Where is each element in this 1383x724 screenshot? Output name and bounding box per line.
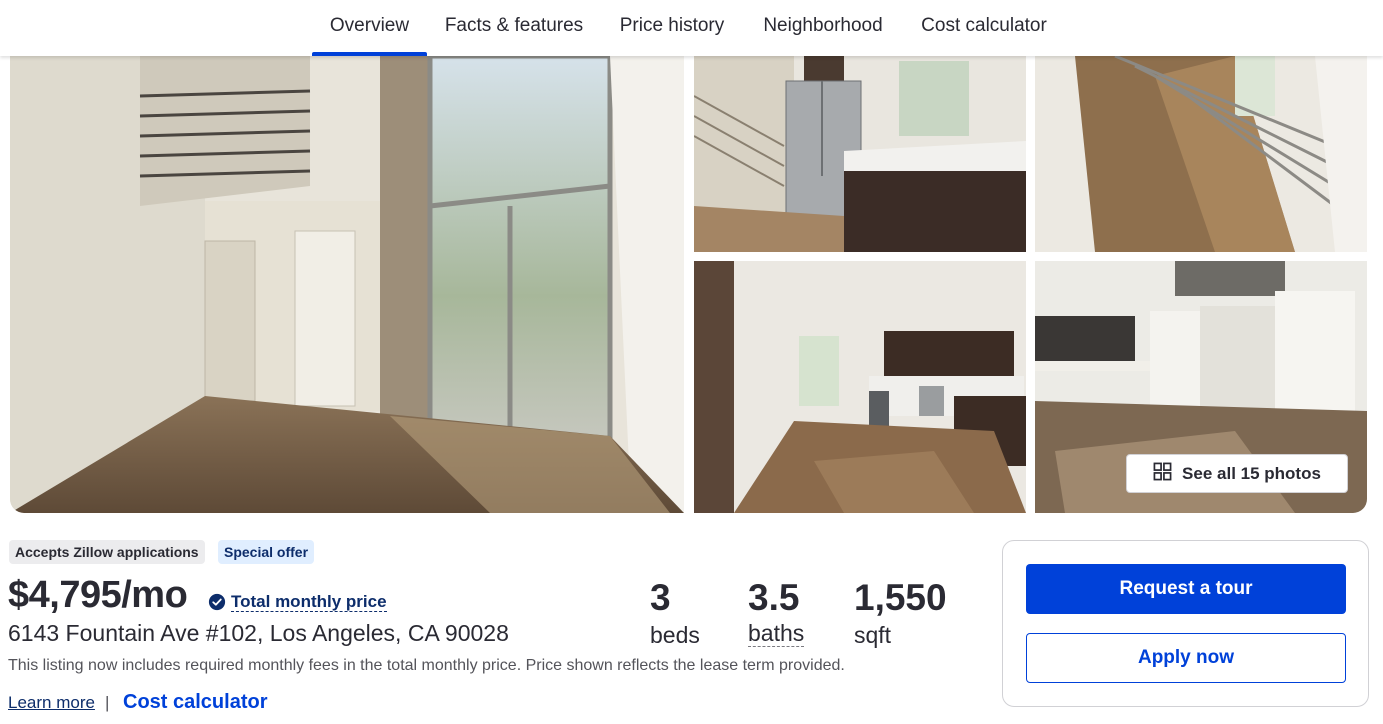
sqft-label: sqft — [854, 622, 892, 648]
beds-label: beds — [650, 622, 700, 648]
special-offer-badge[interactable]: Special offer — [218, 540, 315, 564]
main-photo[interactable] — [10, 56, 684, 513]
baths-stat[interactable]: 3.5 baths — [748, 577, 805, 647]
see-all-photos-button[interactable]: See all 15 photos — [1126, 454, 1348, 493]
tab-facts-features[interactable]: Facts & features — [436, 0, 592, 56]
photo-open-kitchen[interactable] — [694, 261, 1026, 513]
apply-now-button[interactable]: Apply now — [1026, 633, 1346, 683]
total-monthly-price-link[interactable]: Total monthly price — [231, 592, 387, 612]
link-separator: | — [105, 693, 110, 712]
baths-value: 3.5 — [748, 577, 800, 618]
baths-label[interactable]: baths — [748, 620, 805, 647]
beds-stat: 3 beds — [650, 578, 700, 650]
listing-address: 6143 Fountain Ave #102, Los Angeles, CA … — [8, 620, 509, 646]
verified-check-icon — [208, 593, 226, 611]
learn-more-link[interactable]: Learn more — [8, 693, 95, 713]
listing-price: $4,795/mo — [8, 574, 188, 616]
cost-calculator-link[interactable]: Cost calculator — [123, 691, 267, 714]
tab-overview[interactable]: Overview — [312, 0, 427, 56]
price-disclaimer: This listing now includes required month… — [8, 657, 845, 674]
tab-neighborhood[interactable]: Neighborhood — [752, 0, 894, 56]
sqft-stat: 1,550 sqft — [854, 578, 947, 650]
tab-cost-calculator[interactable]: Cost calculator — [912, 0, 1056, 56]
section-nav: Overview Facts & features Price history … — [0, 0, 1383, 56]
tab-price-history[interactable]: Price history — [610, 0, 734, 56]
contact-card: Request a tour Apply now — [1002, 540, 1369, 707]
beds-value: 3 — [650, 577, 671, 618]
request-tour-button[interactable]: Request a tour — [1026, 564, 1346, 614]
total-monthly-price-group: Total monthly price — [208, 592, 387, 612]
accepts-applications-badge: Accepts Zillow applications — [9, 540, 205, 564]
photo-kitchen-fridge[interactable] — [694, 56, 1026, 252]
photo-stair-railing[interactable] — [1035, 56, 1367, 252]
sqft-value: 1,550 — [854, 577, 947, 618]
see-all-photos-label: See all 15 photos — [1182, 463, 1321, 483]
grid-icon — [1153, 462, 1172, 486]
